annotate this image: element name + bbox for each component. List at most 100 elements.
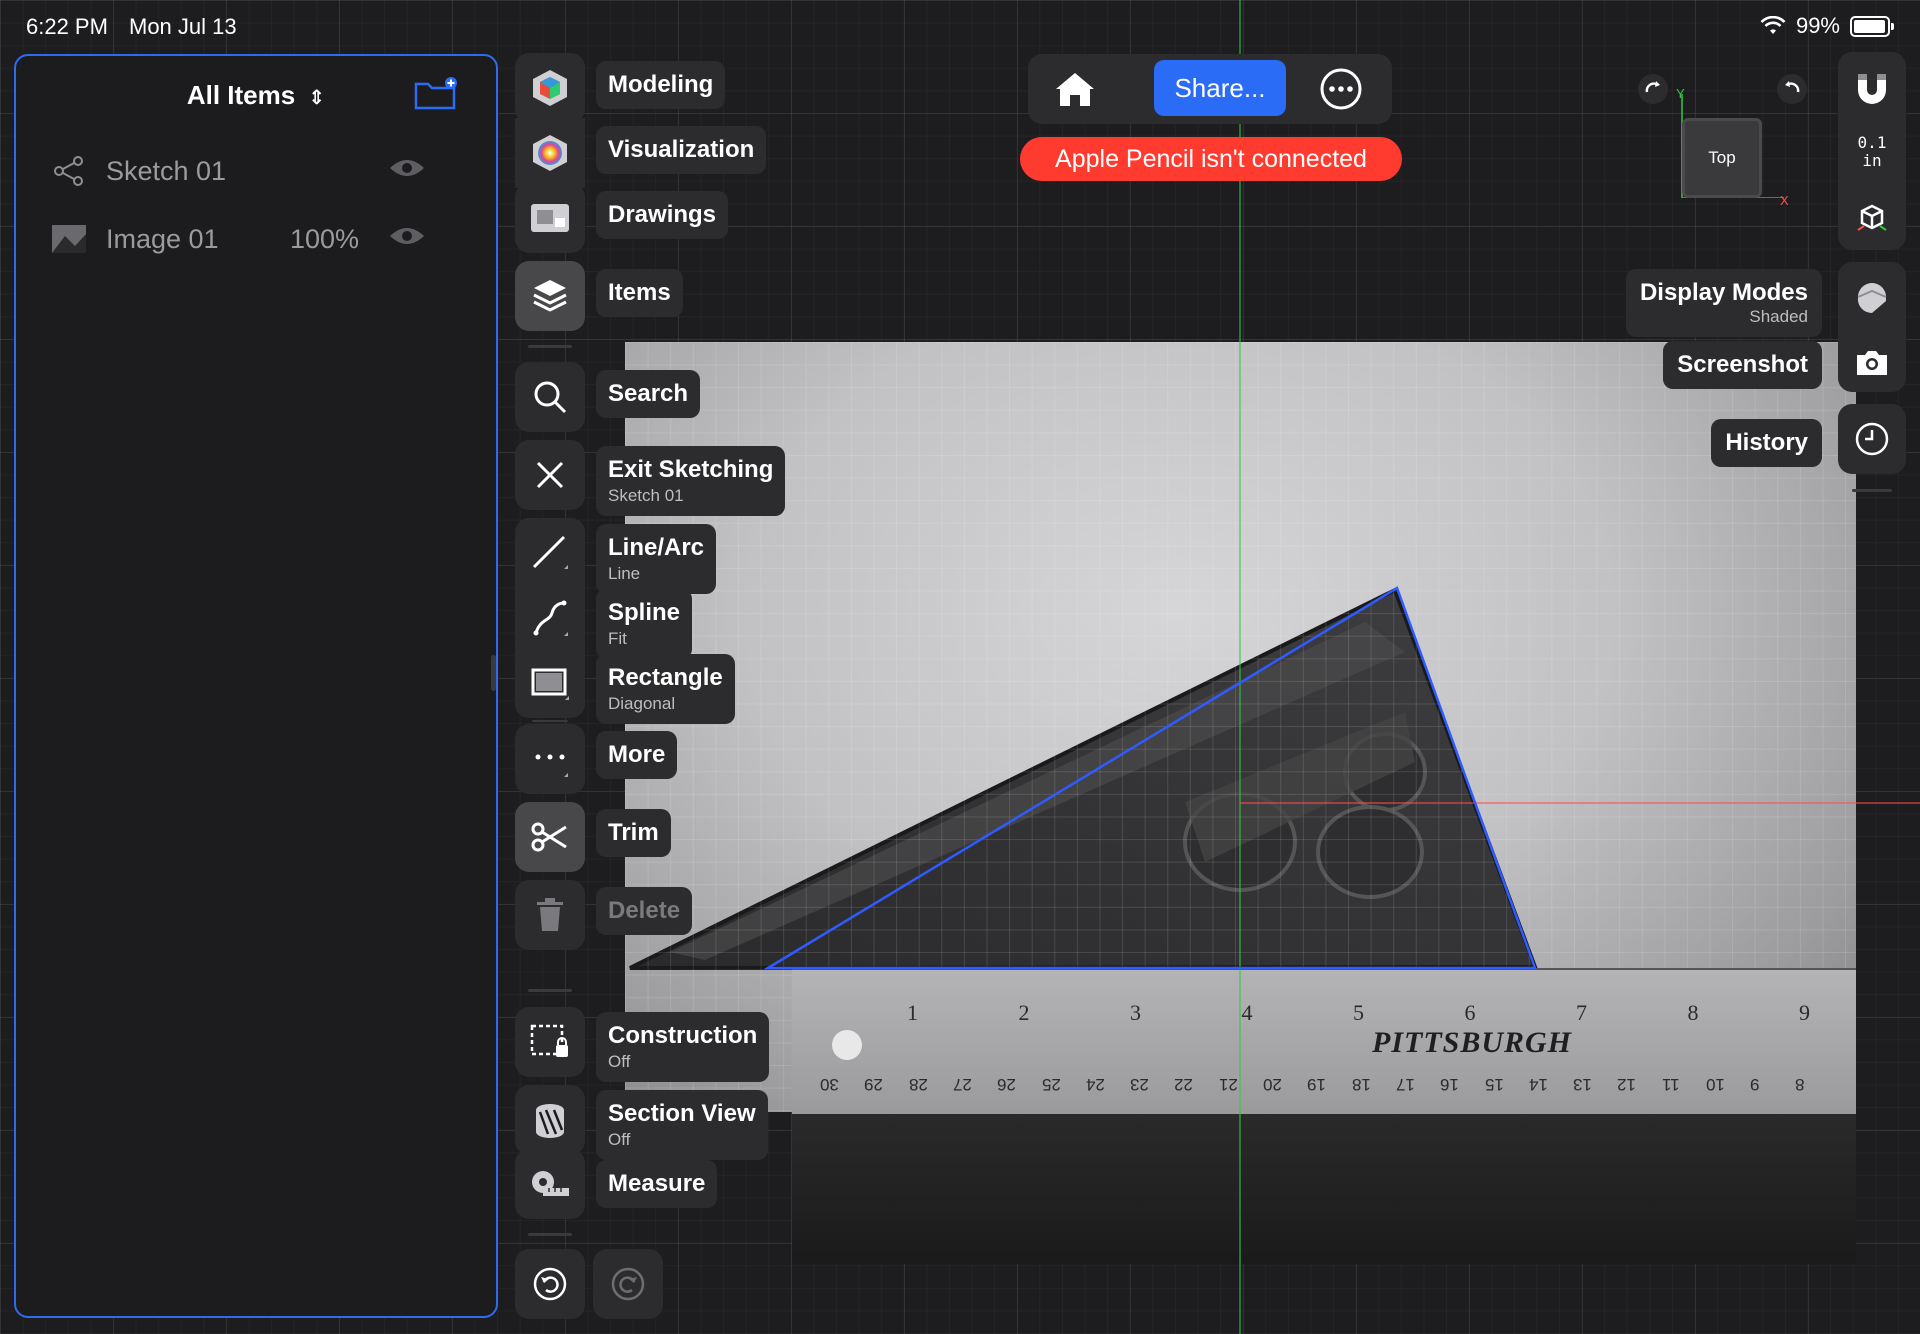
ruler-cm-tick: 20 <box>1263 1075 1282 1094</box>
top-bar: Share... <box>1028 54 1392 124</box>
spline-sub: Fit <box>608 629 627 648</box>
battery-percent: 99% <box>1795 13 1840 38</box>
rectangle-icon <box>531 668 569 700</box>
rectangle-label[interactable]: Rectangle Diagonal <box>596 654 735 724</box>
line-arc-label[interactable]: Line/Arc Line <box>596 524 717 594</box>
modeling-label[interactable]: Modeling <box>596 61 726 109</box>
delete-button[interactable] <box>515 880 585 950</box>
search-icon <box>534 381 567 414</box>
battery-icon <box>1850 15 1894 37</box>
rectangle-button[interactable] <box>515 648 585 718</box>
snap-increment[interactable]: 0.1 in <box>1838 134 1906 170</box>
history-label[interactable]: History <box>1711 419 1822 467</box>
items-label[interactable]: Items <box>596 269 683 317</box>
measure-label[interactable]: Measure <box>596 1160 718 1208</box>
ruler-cm-tick: 13 <box>1573 1075 1593 1094</box>
measure-button[interactable] <box>515 1149 585 1219</box>
layers-icon <box>533 280 567 312</box>
new-folder-icon[interactable] <box>414 76 458 112</box>
snap-value: 0.1 <box>1857 133 1887 152</box>
ruler-cm-tick: 25 <box>1041 1075 1061 1094</box>
ruler-hole <box>832 1030 862 1060</box>
construction-sub: Off <box>608 1052 631 1071</box>
eye-icon[interactable] <box>388 156 426 187</box>
section-view-button[interactable] <box>515 1085 585 1155</box>
visualization-button[interactable] <box>515 118 585 188</box>
ruler-inch-tick: 2 <box>1018 1000 1030 1025</box>
eye-icon[interactable] <box>388 224 426 255</box>
shaded-sphere-icon[interactable] <box>1852 277 1892 317</box>
items-button[interactable] <box>515 261 585 331</box>
ruler-brand: PITTSBURGH <box>1372 1026 1573 1059</box>
rectangle-title: Rectangle <box>608 664 723 691</box>
more-label[interactable]: More <box>596 731 678 779</box>
visualization-label[interactable]: Visualization <box>596 126 767 174</box>
ruler-cm-tick: 17 <box>1395 1075 1415 1094</box>
divider <box>528 989 572 992</box>
line-arc-title: Line/Arc <box>608 534 705 561</box>
spline-label[interactable]: Spline Fit <box>596 589 693 659</box>
scissors-icon <box>531 822 567 852</box>
search-button[interactable] <box>515 362 585 432</box>
divider <box>532 720 568 722</box>
status-time: 6:22 PM <box>26 14 108 39</box>
screenshot-label[interactable]: Screenshot <box>1663 341 1822 389</box>
section-view-label[interactable]: Section View Off <box>596 1090 768 1160</box>
chevron-updown-icon: ⇕ <box>308 87 326 109</box>
share-button[interactable]: Share... <box>1154 60 1286 116</box>
construction-label[interactable]: Construction Off <box>596 1012 770 1082</box>
history-button[interactable] <box>1838 404 1906 474</box>
spline-button[interactable] <box>515 584 585 654</box>
drawings-label[interactable]: Drawings <box>596 191 729 239</box>
magnet-icon[interactable] <box>1854 70 1890 110</box>
ruler-cm-tick: 29 <box>864 1075 884 1094</box>
spline-title: Spline <box>608 599 681 626</box>
construction-title: Construction <box>608 1022 758 1049</box>
redo-button[interactable] <box>593 1249 663 1319</box>
all-items-title: All Items <box>186 80 296 110</box>
search-label[interactable]: Search <box>596 370 701 418</box>
panel-resize-handle[interactable] <box>491 655 496 691</box>
ruler-inch-tick: 5 <box>1353 1000 1364 1025</box>
ruler-cm-tick: 18 <box>1351 1075 1371 1094</box>
exit-sketching-label[interactable]: Exit Sketching Sketch 01 <box>596 446 786 516</box>
more-tools-button[interactable] <box>515 724 585 794</box>
exit-sketching-title: Exit Sketching <box>608 456 774 483</box>
ruler-cm-tick: 28 <box>908 1075 928 1094</box>
construction-lock-icon <box>530 1024 568 1057</box>
construction-button[interactable] <box>515 1007 585 1077</box>
ruler-cm-tick: 8 <box>1794 1075 1805 1094</box>
display-modes-title: Display Modes <box>1639 279 1808 306</box>
items-panel: All Items ⇕ Sketch 01 Image 01 100% <box>14 54 498 1318</box>
rotate-left-icon[interactable] <box>1636 72 1670 106</box>
tape-measure-icon <box>532 1171 569 1196</box>
list-item-sketch[interactable]: Sketch 01 <box>50 146 470 196</box>
ruler-inch-tick: 4 <box>1241 1000 1253 1025</box>
list-item-image[interactable]: Image 01 100% <box>50 214 470 264</box>
section-view-icon <box>536 1104 564 1138</box>
undo-button[interactable] <box>515 1249 585 1319</box>
camera-icon[interactable] <box>1854 347 1890 377</box>
drawings-button[interactable] <box>515 183 585 253</box>
ruler-cm-tick: 27 <box>952 1075 972 1094</box>
home-button[interactable] <box>1048 62 1102 116</box>
ruler-inch-tick: 6 <box>1464 1000 1476 1025</box>
trim-button[interactable] <box>515 802 585 872</box>
view-cube[interactable]: Top <box>1682 118 1762 198</box>
line-arc-button[interactable] <box>515 518 585 588</box>
modeling-icon <box>533 70 567 106</box>
exit-sketching-button[interactable] <box>515 440 585 510</box>
display-modes-label[interactable]: Display Modes Shaded <box>1625 269 1822 337</box>
coordinate-system-icon[interactable] <box>1854 200 1890 236</box>
ruler-cm-tick: 14 <box>1528 1075 1548 1094</box>
trash-icon <box>537 898 563 931</box>
view-cube-face: Top <box>1708 148 1736 167</box>
table-surface <box>792 1114 1856 1264</box>
more-options-icon[interactable] <box>1318 66 1364 112</box>
modeling-button[interactable] <box>515 53 585 123</box>
status-bar: 6:22 PM Mon Jul 13 99% <box>0 0 1920 52</box>
trim-label[interactable]: Trim <box>596 809 671 857</box>
delete-label[interactable]: Delete <box>596 887 693 935</box>
ruler: PITTSBURGH 1 2 3 4 5 6 7 8 9 30 29 28 27 26 25 24 23 22 21… <box>792 968 1856 1116</box>
ruler-inch-tick: 8 <box>1687 1000 1699 1025</box>
